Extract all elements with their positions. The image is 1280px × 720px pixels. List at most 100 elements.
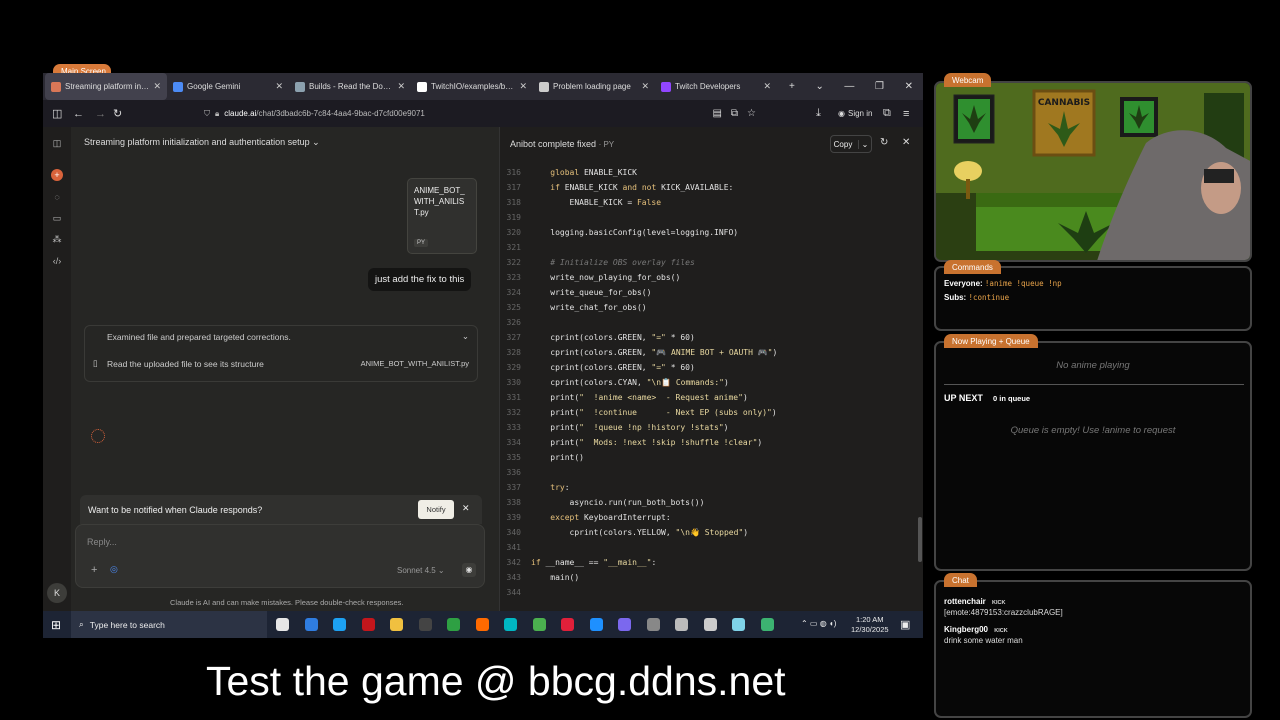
taskbar-app-icon[interactable] <box>732 618 745 631</box>
tab-1[interactable]: Google Gemini ✕ <box>167 73 289 100</box>
close-tab-icon[interactable]: ✕ <box>763 81 771 92</box>
line-code: print(" Mods: !next !skip !shuffle !clea… <box>531 438 763 447</box>
url-bar[interactable]: ⛉ 🔒︎ claude.ai/chat/3dbadc6b-7c84-4aa4-9… <box>198 103 756 124</box>
line-code: ENABLE_KICK = False <box>531 198 662 207</box>
taskbar-app-icon[interactable] <box>276 618 289 631</box>
download-icon[interactable]: ⤓ <box>816 107 821 120</box>
taskbar-app-icon[interactable] <box>646 618 660 631</box>
close-tab-icon[interactable]: ✕ <box>275 81 283 92</box>
close-tab-icon[interactable]: ✕ <box>397 81 405 92</box>
extensions-icon[interactable]: ⧉ <box>883 107 891 120</box>
reply-box[interactable]: Reply... + ◎ Sonnet 4.5 ⌄ ◉ <box>75 524 485 588</box>
favicon-icon <box>173 81 183 92</box>
reload-icon[interactable]: ↻ <box>113 107 122 120</box>
attachment-card[interactable]: ANIME_BOT_WITH_ANILIST.py PY <box>407 178 477 254</box>
code-line: 317 if ENABLE_KICK and not KICK_AVAILABL… <box>500 180 910 195</box>
copy-button[interactable]: Copy ⌄ <box>830 135 872 153</box>
taskbar-app-icon[interactable] <box>703 618 717 631</box>
refresh-icon[interactable]: ↻ <box>880 137 888 148</box>
voice-icon[interactable]: ◉ <box>462 563 476 577</box>
tab-4[interactable]: Problem loading page ✕ <box>533 73 655 100</box>
taskbar-app-icon[interactable] <box>561 618 574 631</box>
reader-view-icon[interactable]: ▤ <box>712 108 721 119</box>
taskbar-app-icon[interactable] <box>418 618 432 631</box>
new-tab-icon[interactable]: + <box>789 81 795 92</box>
user-message: just add the fix to this <box>368 268 472 291</box>
projects-icon[interactable]: ▭ <box>51 212 63 224</box>
attachment-name: ANIME_BOT_WITH_ANILIST.py <box>414 186 465 217</box>
taskbar-app-icon[interactable] <box>447 618 460 631</box>
window-controls: + ⌄ — ❐ ✕ <box>781 73 921 100</box>
add-attachment-icon[interactable]: + <box>91 564 97 576</box>
taskbar-app-icon[interactable] <box>333 618 346 631</box>
line-code: try: <box>550 483 570 492</box>
close-tab-icon[interactable]: ✕ <box>641 81 649 92</box>
chevron-down-icon[interactable]: ⌄ <box>857 139 868 149</box>
menu-icon[interactable]: ≡ <box>903 108 909 120</box>
screenshot-icon[interactable]: ⧉ <box>731 108 738 119</box>
forward-icon[interactable]: → <box>95 108 106 120</box>
artifacts-icon[interactable]: ⁂ <box>51 233 63 245</box>
avatar[interactable]: K <box>47 583 67 603</box>
line-code: asyncio.run(run_both_bots()) <box>531 498 705 507</box>
tray-icons[interactable]: ⌃ ▭ ◍ ◖) <box>801 619 836 628</box>
tab-3[interactable]: TwitchIO/examples/basic_bot ✕ <box>411 73 533 100</box>
notify-button[interactable]: Notify <box>418 500 454 519</box>
tab-list-chevron-icon[interactable]: ⌄ <box>815 81 823 92</box>
panel-toggle-icon[interactable]: ◫ <box>51 137 63 149</box>
taskbar-search[interactable]: ⌕ Type here to search <box>71 611 267 638</box>
close-tab-icon[interactable]: ✕ <box>519 81 527 92</box>
windows-start-icon[interactable]: ⊞ <box>51 618 61 632</box>
code-line: 325 write_chat_for_obs() <box>500 300 910 315</box>
sidebar-toggle-icon[interactable]: ◫ <box>52 107 62 120</box>
favicon-icon <box>417 81 427 92</box>
code-line: 322 # Initialize OBS overlay files <box>500 255 910 270</box>
taskbar-app-icon[interactable] <box>675 618 688 631</box>
thinking-steps[interactable]: Examined file and prepared targeted corr… <box>84 325 478 382</box>
new-chat-icon[interactable]: + <box>51 169 63 181</box>
chat-title[interactable]: Streaming platform initialization and au… <box>84 137 320 148</box>
taskbar-app-icon[interactable] <box>589 618 603 631</box>
minimize-icon[interactable]: — <box>844 81 854 92</box>
sign-in-button[interactable]: ◉ Sign in <box>838 109 872 118</box>
code-line: 319 <box>500 210 910 225</box>
code-line: 339 except KeyboardInterrupt: <box>500 510 910 525</box>
taskbar-app-icon[interactable] <box>475 618 489 631</box>
tab-2[interactable]: Builds - Read the Docs Comm ✕ <box>289 73 411 100</box>
close-icon[interactable]: ✕ <box>462 503 470 514</box>
maximize-icon[interactable]: ❐ <box>875 81 884 92</box>
code-line: 334 print(" Mods: !next !skip !shuffle !… <box>500 435 910 450</box>
code-line: 342 if __name__ == "__main__": <box>500 555 910 570</box>
code-line: 329 cprint(colors.GREEN, "=" * 60) <box>500 360 910 375</box>
chats-icon[interactable]: ◌ <box>51 191 63 203</box>
tools-icon[interactable]: ◎ <box>110 564 118 575</box>
disclaimer: Claude is AI and can make mistakes. Plea… <box>170 598 404 607</box>
taskbar-app-icon[interactable] <box>361 618 375 631</box>
taskbar-app-icon[interactable] <box>618 618 631 631</box>
code-icon[interactable]: ‹/› <box>51 255 63 267</box>
taskbar-app-icon[interactable] <box>760 618 774 631</box>
tab-5[interactable]: Twitch Developers ✕ <box>655 73 777 100</box>
favicon-icon <box>51 81 61 92</box>
taskbar-app-icon[interactable] <box>504 618 517 631</box>
taskbar-app-icon[interactable] <box>390 618 403 631</box>
line-code: write_queue_for_obs() <box>531 288 652 297</box>
close-window-icon[interactable]: ✕ <box>905 81 913 92</box>
back-icon[interactable]: ← <box>73 108 84 120</box>
close-tab-icon[interactable]: ✕ <box>153 81 161 92</box>
clock[interactable]: 1:20 AM 12/30/2025 <box>851 615 889 635</box>
reply-input[interactable]: Reply... <box>87 537 117 547</box>
notifications-icon[interactable]: ▣ <box>900 618 910 631</box>
line-number: 316 <box>506 168 521 177</box>
bookmark-star-icon[interactable]: ☆ <box>747 108 756 119</box>
taskbar-app-icon[interactable] <box>532 618 546 631</box>
chevron-down-icon[interactable]: ⌄ <box>462 331 469 342</box>
taskbar-app-icon[interactable] <box>304 618 318 631</box>
close-icon[interactable]: ✕ <box>902 137 910 148</box>
line-code: if ENABLE_KICK and not KICK_AVAILABLE: <box>550 183 734 192</box>
model-selector[interactable]: Sonnet 4.5 ⌄ <box>397 566 445 575</box>
lock-icon: 🔒︎ <box>215 108 220 118</box>
tab-0[interactable]: Streaming platform initializati ✕ <box>45 73 167 100</box>
code-line: 337 try: <box>500 480 910 495</box>
scrollbar[interactable] <box>918 517 922 562</box>
